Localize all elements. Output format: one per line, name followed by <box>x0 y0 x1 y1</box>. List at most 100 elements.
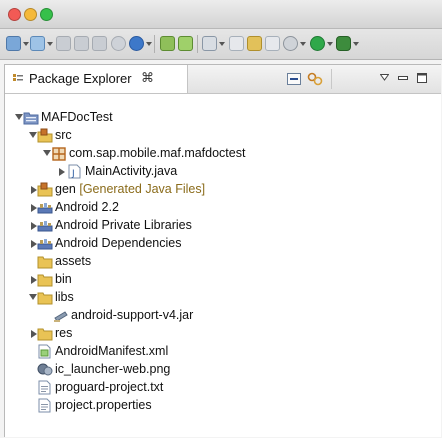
link-with-editor-icon[interactable] <box>307 71 323 87</box>
minimize-view-icon[interactable] <box>398 76 408 80</box>
tree-item-support-jar[interactable]: android-support-v4.jar <box>5 307 435 325</box>
collapse-all-icon[interactable] <box>287 73 301 85</box>
gen-folder-name: gen <box>55 182 76 196</box>
new-icon[interactable] <box>6 36 21 51</box>
new-class-icon[interactable] <box>229 36 244 51</box>
run-icon[interactable] <box>310 36 325 51</box>
gen-decoration: [Generated Java Files] <box>79 182 206 196</box>
tree-item-package[interactable]: com.sap.mobile.maf.mafdoctest <box>5 145 435 163</box>
new-project-dropdown-icon[interactable] <box>47 42 53 46</box>
tree-item-gen[interactable]: gen [Generated Java Files] <box>5 181 435 199</box>
close-window-button[interactable] <box>8 8 21 21</box>
package-icon <box>52 147 66 161</box>
external-tools-icon[interactable] <box>336 36 351 51</box>
eclipse-window: Package Explorer ⌘ MAFDocTest src com.sa… <box>0 0 442 438</box>
tree-item-res[interactable]: res <box>5 325 435 343</box>
view-menu-icon[interactable] <box>380 74 389 81</box>
tree-item-project[interactable]: MAFDocTest <box>5 109 435 127</box>
tree-item-label: project.properties <box>55 398 152 412</box>
folder-icon <box>37 256 53 269</box>
zoom-window-button[interactable] <box>40 8 53 21</box>
expanded-twisty-icon[interactable] <box>43 150 51 156</box>
toolbar-separator <box>197 35 198 53</box>
tree-item-src[interactable]: src <box>5 127 435 145</box>
tree-item-label: proguard-project.txt <box>55 380 164 394</box>
tree-item-label: bin <box>55 272 72 286</box>
tab-package-explorer[interactable]: Package Explorer ⌘ <box>5 65 188 93</box>
image-file-icon <box>37 363 53 376</box>
properties-file-icon <box>38 398 51 413</box>
tree-item-assets[interactable]: assets <box>5 253 435 271</box>
run-dropdown-icon[interactable] <box>327 42 333 46</box>
new-project-icon[interactable] <box>30 36 45 51</box>
library-icon <box>37 221 53 232</box>
tab-package-explorer-label: Package Explorer <box>29 71 132 86</box>
android-project-icon <box>23 112 39 125</box>
debug-icon[interactable] <box>283 36 298 51</box>
library-icon <box>37 239 53 250</box>
tree-item-label: src <box>55 128 72 142</box>
title-bar <box>0 0 442 29</box>
expanded-twisty-icon[interactable] <box>29 294 37 300</box>
view-toolbar-separator <box>331 69 332 89</box>
package-explorer-view: Package Explorer ⌘ MAFDocTest src com.sa… <box>4 64 441 437</box>
help-dropdown-icon[interactable] <box>146 42 152 46</box>
sdk-manager-icon[interactable] <box>111 36 126 51</box>
library-icon <box>37 203 53 214</box>
tree-item-label: AndroidManifest.xml <box>55 344 169 358</box>
debug-dropdown-icon[interactable] <box>300 42 306 46</box>
main-toolbar <box>0 29 442 60</box>
new-dropdown-icon[interactable] <box>23 42 29 46</box>
tree-item-proguard[interactable]: proguard-project.txt <box>5 379 435 397</box>
tree-item-bin[interactable]: bin <box>5 271 435 289</box>
xml-file-icon <box>38 344 51 359</box>
open-type-icon[interactable] <box>247 36 262 51</box>
tree-item-label: MAFDocTest <box>41 110 113 124</box>
tree-item-properties[interactable]: project.properties <box>5 397 435 415</box>
tree-item-label: assets <box>55 254 92 268</box>
tree-item-label: Android 2.2 <box>55 200 119 214</box>
search-icon[interactable] <box>265 36 280 51</box>
tree-item-label: ic_launcher-web.png <box>55 362 171 376</box>
tree-item-manifest[interactable]: AndroidManifest.xml <box>5 343 435 361</box>
jar-file-icon <box>54 311 68 322</box>
package-explorer-icon <box>13 74 23 81</box>
lint-dropdown-icon[interactable] <box>219 42 225 46</box>
tree-item-label: Android Dependencies <box>55 236 182 250</box>
tree-item-libs[interactable]: libs <box>5 289 435 307</box>
lint-icon[interactable] <box>202 36 217 51</box>
tree-item-label: MainActivity.java <box>85 164 178 178</box>
save-all-icon[interactable] <box>74 36 89 51</box>
close-view-icon[interactable]: ⌘ <box>141 70 154 86</box>
avd-manager-icon[interactable] <box>178 36 193 51</box>
help-icon[interactable] <box>129 36 144 51</box>
maximize-view-icon[interactable] <box>417 73 427 83</box>
tree-item-label: com.sap.mobile.maf.mafdoctest <box>69 146 246 160</box>
expanded-twisty-icon[interactable] <box>29 132 37 138</box>
view-tab-bar: Package Explorer ⌘ <box>5 65 441 94</box>
tree-item-android-library[interactable]: Android 2.2 <box>5 199 435 217</box>
svg-text:J: J <box>71 169 75 179</box>
tree-item-main-activity[interactable]: J MainActivity.java <box>5 163 435 181</box>
tree-item-launcher-png[interactable]: ic_launcher-web.png <box>5 361 435 379</box>
save-icon[interactable] <box>56 36 71 51</box>
toolbar-separator <box>154 35 155 53</box>
external-tools-dropdown-icon[interactable] <box>353 42 359 46</box>
source-folder-icon <box>37 182 53 197</box>
java-file-icon: J <box>68 164 81 179</box>
tree-item-private-libraries[interactable]: Android Private Libraries <box>5 217 435 235</box>
collapsed-twisty-icon[interactable] <box>59 168 65 176</box>
tree-item-dependencies[interactable]: Android Dependencies <box>5 235 435 253</box>
expanded-twisty-icon[interactable] <box>15 114 23 120</box>
tree-item-label: android-support-v4.jar <box>71 308 194 322</box>
folder-icon <box>37 292 53 305</box>
folder-icon <box>37 328 53 341</box>
tree-item-label: res <box>55 326 73 340</box>
minimize-window-button[interactable] <box>24 8 37 21</box>
text-file-icon <box>38 380 51 395</box>
print-icon[interactable] <box>92 36 107 51</box>
android-sdk-icon[interactable] <box>160 36 175 51</box>
folder-icon <box>37 274 53 287</box>
source-folder-icon <box>37 128 53 143</box>
tree-item-label: Android Private Libraries <box>55 218 192 232</box>
